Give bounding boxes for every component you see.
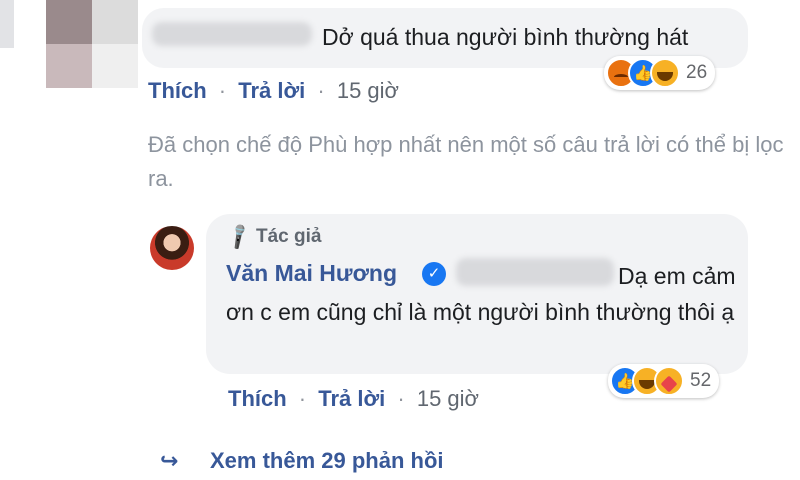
reply-bubble: 🎤 Tác giả Dạ em cảm ơn c em cũng chỉ là … bbox=[206, 214, 748, 374]
reply-reactions[interactable]: 👍 52 bbox=[608, 364, 720, 398]
mic-icon: 🎤 bbox=[224, 222, 255, 252]
reply-link[interactable]: Trả lời bbox=[318, 386, 385, 411]
commenter-name-blurred[interactable] bbox=[152, 22, 312, 46]
reply-arrow-icon: ↪ bbox=[160, 448, 179, 473]
like-link[interactable]: Thích bbox=[148, 78, 207, 103]
author-badge: 🎤 Tác giả bbox=[224, 222, 322, 251]
author-badge-label: Tác giả bbox=[256, 226, 322, 247]
comment-reactions[interactable]: 👍 26 bbox=[604, 56, 716, 90]
haha-icon bbox=[650, 58, 680, 88]
comment-text: Dở quá thua người bình thường hát bbox=[322, 24, 689, 50]
comment-actions: Thích · Trả lời · 15 giờ bbox=[148, 78, 399, 103]
author-name[interactable]: Văn Mai Hương bbox=[226, 260, 397, 287]
view-more-replies-link[interactable]: ↪ Xem thêm 29 phản hồi bbox=[160, 448, 444, 474]
care-icon bbox=[654, 366, 684, 396]
tagged-name-blurred[interactable] bbox=[456, 258, 614, 286]
reply-actions: Thích · Trả lời · 15 giờ bbox=[228, 386, 479, 411]
verified-badge-icon: ✓ bbox=[422, 262, 446, 286]
like-link[interactable]: Thích bbox=[228, 386, 287, 411]
comment-timestamp[interactable]: 15 giờ bbox=[337, 78, 399, 103]
reaction-count: 26 bbox=[686, 62, 708, 83]
commenter-avatar-blurred[interactable] bbox=[46, 0, 138, 88]
reply-timestamp[interactable]: 15 giờ bbox=[417, 386, 479, 411]
author-avatar[interactable] bbox=[150, 226, 194, 270]
filter-notice: Đã chọn chế độ Phù hợp nhất nên một số c… bbox=[148, 132, 784, 191]
previous-content-edge bbox=[0, 0, 14, 48]
view-more-replies-label: Xem thêm 29 phản hồi bbox=[210, 448, 444, 473]
reaction-count: 52 bbox=[690, 370, 712, 391]
reply-link[interactable]: Trả lời bbox=[238, 78, 305, 103]
